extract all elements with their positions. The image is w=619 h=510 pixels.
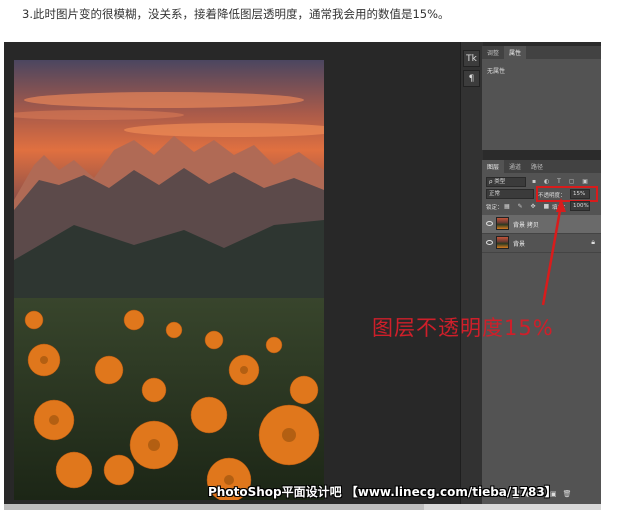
watermark-text: PhotoShop平面设计吧 【www.linecg.com/tieba/178… xyxy=(208,485,557,499)
horizontal-scrollbar[interactable] xyxy=(4,504,601,510)
annotation-text: 图层不透明度15% xyxy=(372,316,554,340)
scrollbar-thumb[interactable] xyxy=(4,504,424,510)
annotation-arrow xyxy=(541,198,566,306)
